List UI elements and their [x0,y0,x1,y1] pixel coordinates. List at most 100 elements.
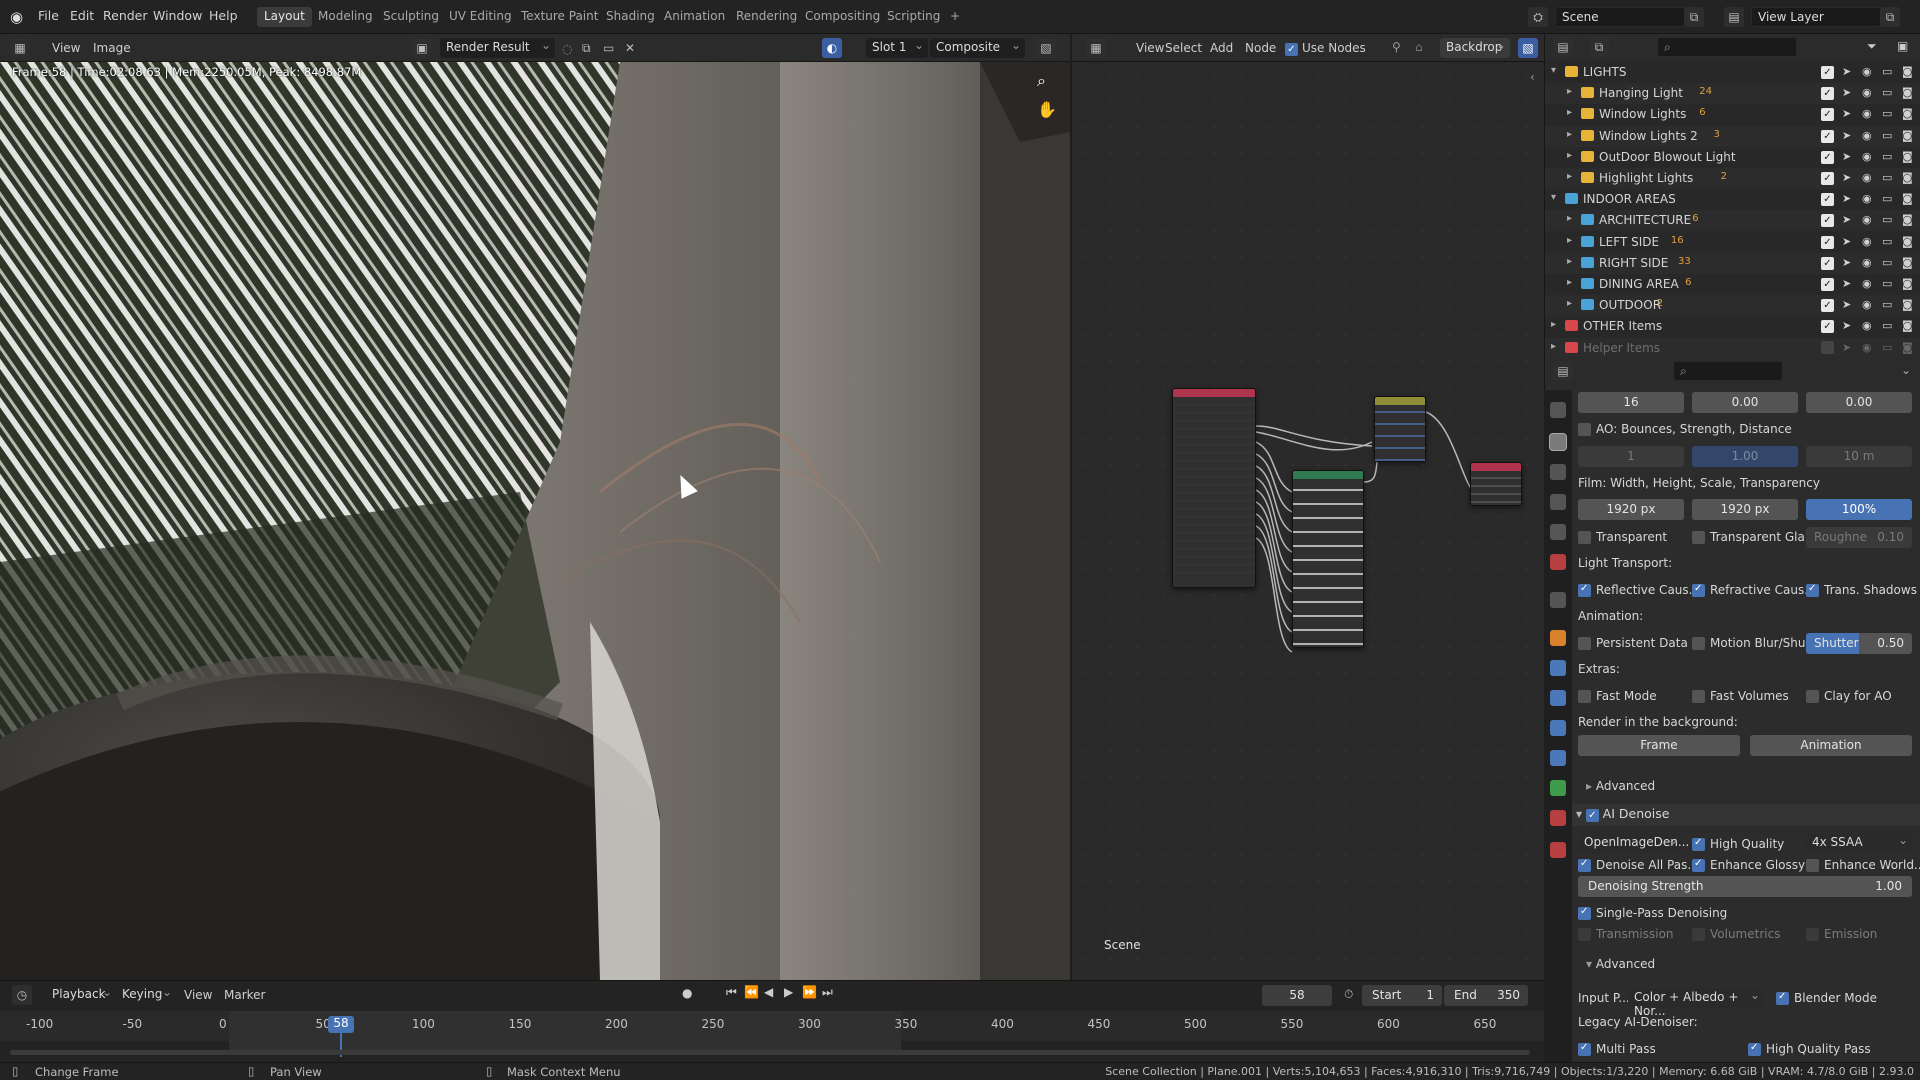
world-tab-icon[interactable] [1550,554,1566,570]
tab-layout[interactable]: Layout [257,7,312,27]
ai-denoise-checkbox[interactable]: ✓ [1585,809,1599,822]
play-reverse-icon[interactable]: ◀ [764,985,773,999]
expand-down-icon[interactable]: ▾ [1551,65,1556,76]
roughness-field[interactable]: Roughne 0.10 [1806,527,1912,548]
backdrop-button[interactable]: Backdrop [1440,38,1510,58]
viewport-icon[interactable]: ▭ [1882,129,1892,142]
render-camera-icon[interactable]: ◙ [1902,213,1913,226]
expand-right-icon[interactable]: ▸ [1567,150,1572,161]
tab-uv-editing[interactable]: UV Editing [442,7,519,27]
node-menu-view[interactable]: View [1136,41,1164,55]
options-chevron-icon[interactable]: ⌄ [1901,363,1911,377]
scene-tab-icon[interactable] [1550,524,1566,540]
viewport-icon[interactable]: ▭ [1882,65,1892,78]
expand-right-icon[interactable]: ▸ [1567,171,1572,182]
render-camera-icon[interactable]: ◙ [1902,256,1913,269]
object-tab-icon[interactable] [1550,630,1566,646]
display-channels-icon[interactable]: ◐ [822,38,842,58]
denoiser-dropdown[interactable]: OpenImageDen... [1578,833,1689,853]
render-camera-icon[interactable]: ◙ [1902,129,1913,142]
select-toggle-icon[interactable]: ➤ [1842,277,1851,290]
viewport-icon[interactable]: ▭ [1882,86,1892,99]
backdrop-channels-icon[interactable]: ▧ [1518,38,1538,58]
select-toggle-icon[interactable]: ➤ [1842,129,1851,142]
view-layer-icon[interactable]: ▤ [1724,7,1744,27]
visibility-eye-icon[interactable]: ◉ [1862,150,1872,163]
material-tab-icon[interactable] [1550,810,1566,826]
pan-hand-icon[interactable]: ✋ [1037,100,1059,122]
tab-shading[interactable]: Shading [599,7,662,27]
value-field-2[interactable]: 0.00 [1692,392,1798,413]
exclude-checkbox[interactable]: ✓ [1821,86,1834,101]
visibility-eye-icon[interactable]: ◉ [1862,213,1872,226]
visibility-eye-icon[interactable]: ◉ [1862,319,1872,332]
expand-right-icon[interactable]: ▸ [1567,298,1572,309]
image-browse-icon[interactable]: ▣ [412,38,432,58]
render-frame-button[interactable]: Frame [1578,735,1740,756]
menu-help[interactable]: Help [209,8,238,23]
texture-tab-icon[interactable] [1550,842,1566,858]
visibility-eye-icon[interactable]: ◉ [1862,341,1872,354]
node-menu-node[interactable]: Node [1245,41,1276,55]
expand-right-icon[interactable]: ▸ [1567,129,1572,140]
visibility-eye-icon[interactable]: ◉ [1862,86,1872,99]
particles-tab-icon[interactable] [1550,690,1566,706]
preview-range-icon[interactable]: ⏱ [1344,987,1353,1002]
exclude-checkbox[interactable]: ✓ [1821,150,1834,164]
input-passes-dropdown[interactable]: Color + Albedo + Nor... [1628,988,1764,1018]
visibility-eye-icon[interactable]: ◉ [1862,65,1872,78]
ao-distance-field[interactable]: 10 m [1806,446,1912,467]
render-tab-icon[interactable] [1549,433,1567,451]
menu-view[interactable]: View [52,41,80,55]
visibility-eye-icon[interactable]: ◉ [1862,235,1872,248]
exclude-checkbox[interactable]: ✓ [1821,319,1834,334]
duplicate-image-icon[interactable]: ⧉ [582,41,591,56]
outliner-row[interactable]: ▸ RIGHT SIDE 33 ✓ ➤ ◉ ▭ ◙ [1545,252,1920,274]
outliner-row[interactable]: ▾ INDOOR AREAS ✓ ➤ ◉ ▭ ◙ [1545,189,1920,210]
fake-user-icon[interactable]: ◌ [562,42,572,56]
tab-animation[interactable]: Animation [657,7,732,27]
zoom-icon[interactable]: ⌕ [1037,71,1059,93]
film-scale-field[interactable]: 100% [1806,499,1912,520]
view-layer-field[interactable]: View Layer [1751,7,1881,27]
tab-sculpting[interactable]: Sculpting [376,7,446,27]
viewport-icon[interactable]: ▭ [1882,107,1892,120]
tab-texture-paint[interactable]: Texture Paint [514,7,605,27]
viewport-icon[interactable]: ▭ [1882,277,1892,290]
new-collection-icon[interactable]: ▣ [1897,39,1908,53]
play-icon[interactable]: ▶ [784,985,793,999]
advanced-subpanel-2[interactable]: ▾ Advanced [1586,957,1655,971]
render-camera-icon[interactable]: ◙ [1902,298,1913,311]
visibility-eye-icon[interactable]: ◉ [1862,192,1872,205]
select-toggle-icon[interactable]: ➤ [1842,341,1851,354]
prev-keyframe-icon[interactable]: ⏪ [744,985,759,999]
constraints-tab-icon[interactable] [1550,750,1566,766]
composite-node[interactable] [1470,462,1522,506]
viewport-icon[interactable]: ▭ [1882,150,1892,163]
playhead-frame-badge[interactable]: 58 [328,1016,354,1033]
exclude-checkbox[interactable]: ✓ [1821,65,1834,79]
select-toggle-icon[interactable]: ➤ [1842,298,1851,311]
current-frame-field[interactable]: 58 [1262,985,1332,1006]
select-toggle-icon[interactable]: ➤ [1842,150,1851,163]
menu-render[interactable]: Render [103,8,148,23]
outliner-row[interactable]: ▸ Highlight Lights 2 ✓ ➤ ◉ ▭ ◙ [1545,168,1920,189]
visibility-eye-icon[interactable]: ◉ [1862,107,1872,120]
filter-icon[interactable]: ⏷ [1867,39,1877,54]
render-camera-icon[interactable]: ◙ [1902,86,1913,99]
visibility-eye-icon[interactable]: ◉ [1862,298,1872,311]
expand-right-icon[interactable]: ▸ [1567,213,1572,224]
tool-tab-icon[interactable] [1550,402,1566,418]
collection-tab-icon[interactable] [1550,592,1566,608]
menu-file[interactable]: File [38,8,59,23]
children-count-badge[interactable]: 16 [1671,235,1684,246]
children-count-badge[interactable]: 6 [1685,277,1691,288]
ao-strength-field[interactable]: 1.00 [1692,446,1798,467]
expand-right-icon[interactable]: ▸ [1567,86,1572,97]
exclude-checkbox[interactable]: ✓ [1821,129,1834,143]
outliner-row[interactable]: ▸ Hanging Light 24 ✓ ➤ ◉ ▭ ◙ [1545,83,1920,105]
denoise-group-node[interactable] [1292,470,1364,648]
modifier-tab-icon[interactable] [1550,660,1566,676]
exclude-checkbox[interactable] [1821,340,1834,357]
keying-menu[interactable]: Keying [116,985,176,1005]
